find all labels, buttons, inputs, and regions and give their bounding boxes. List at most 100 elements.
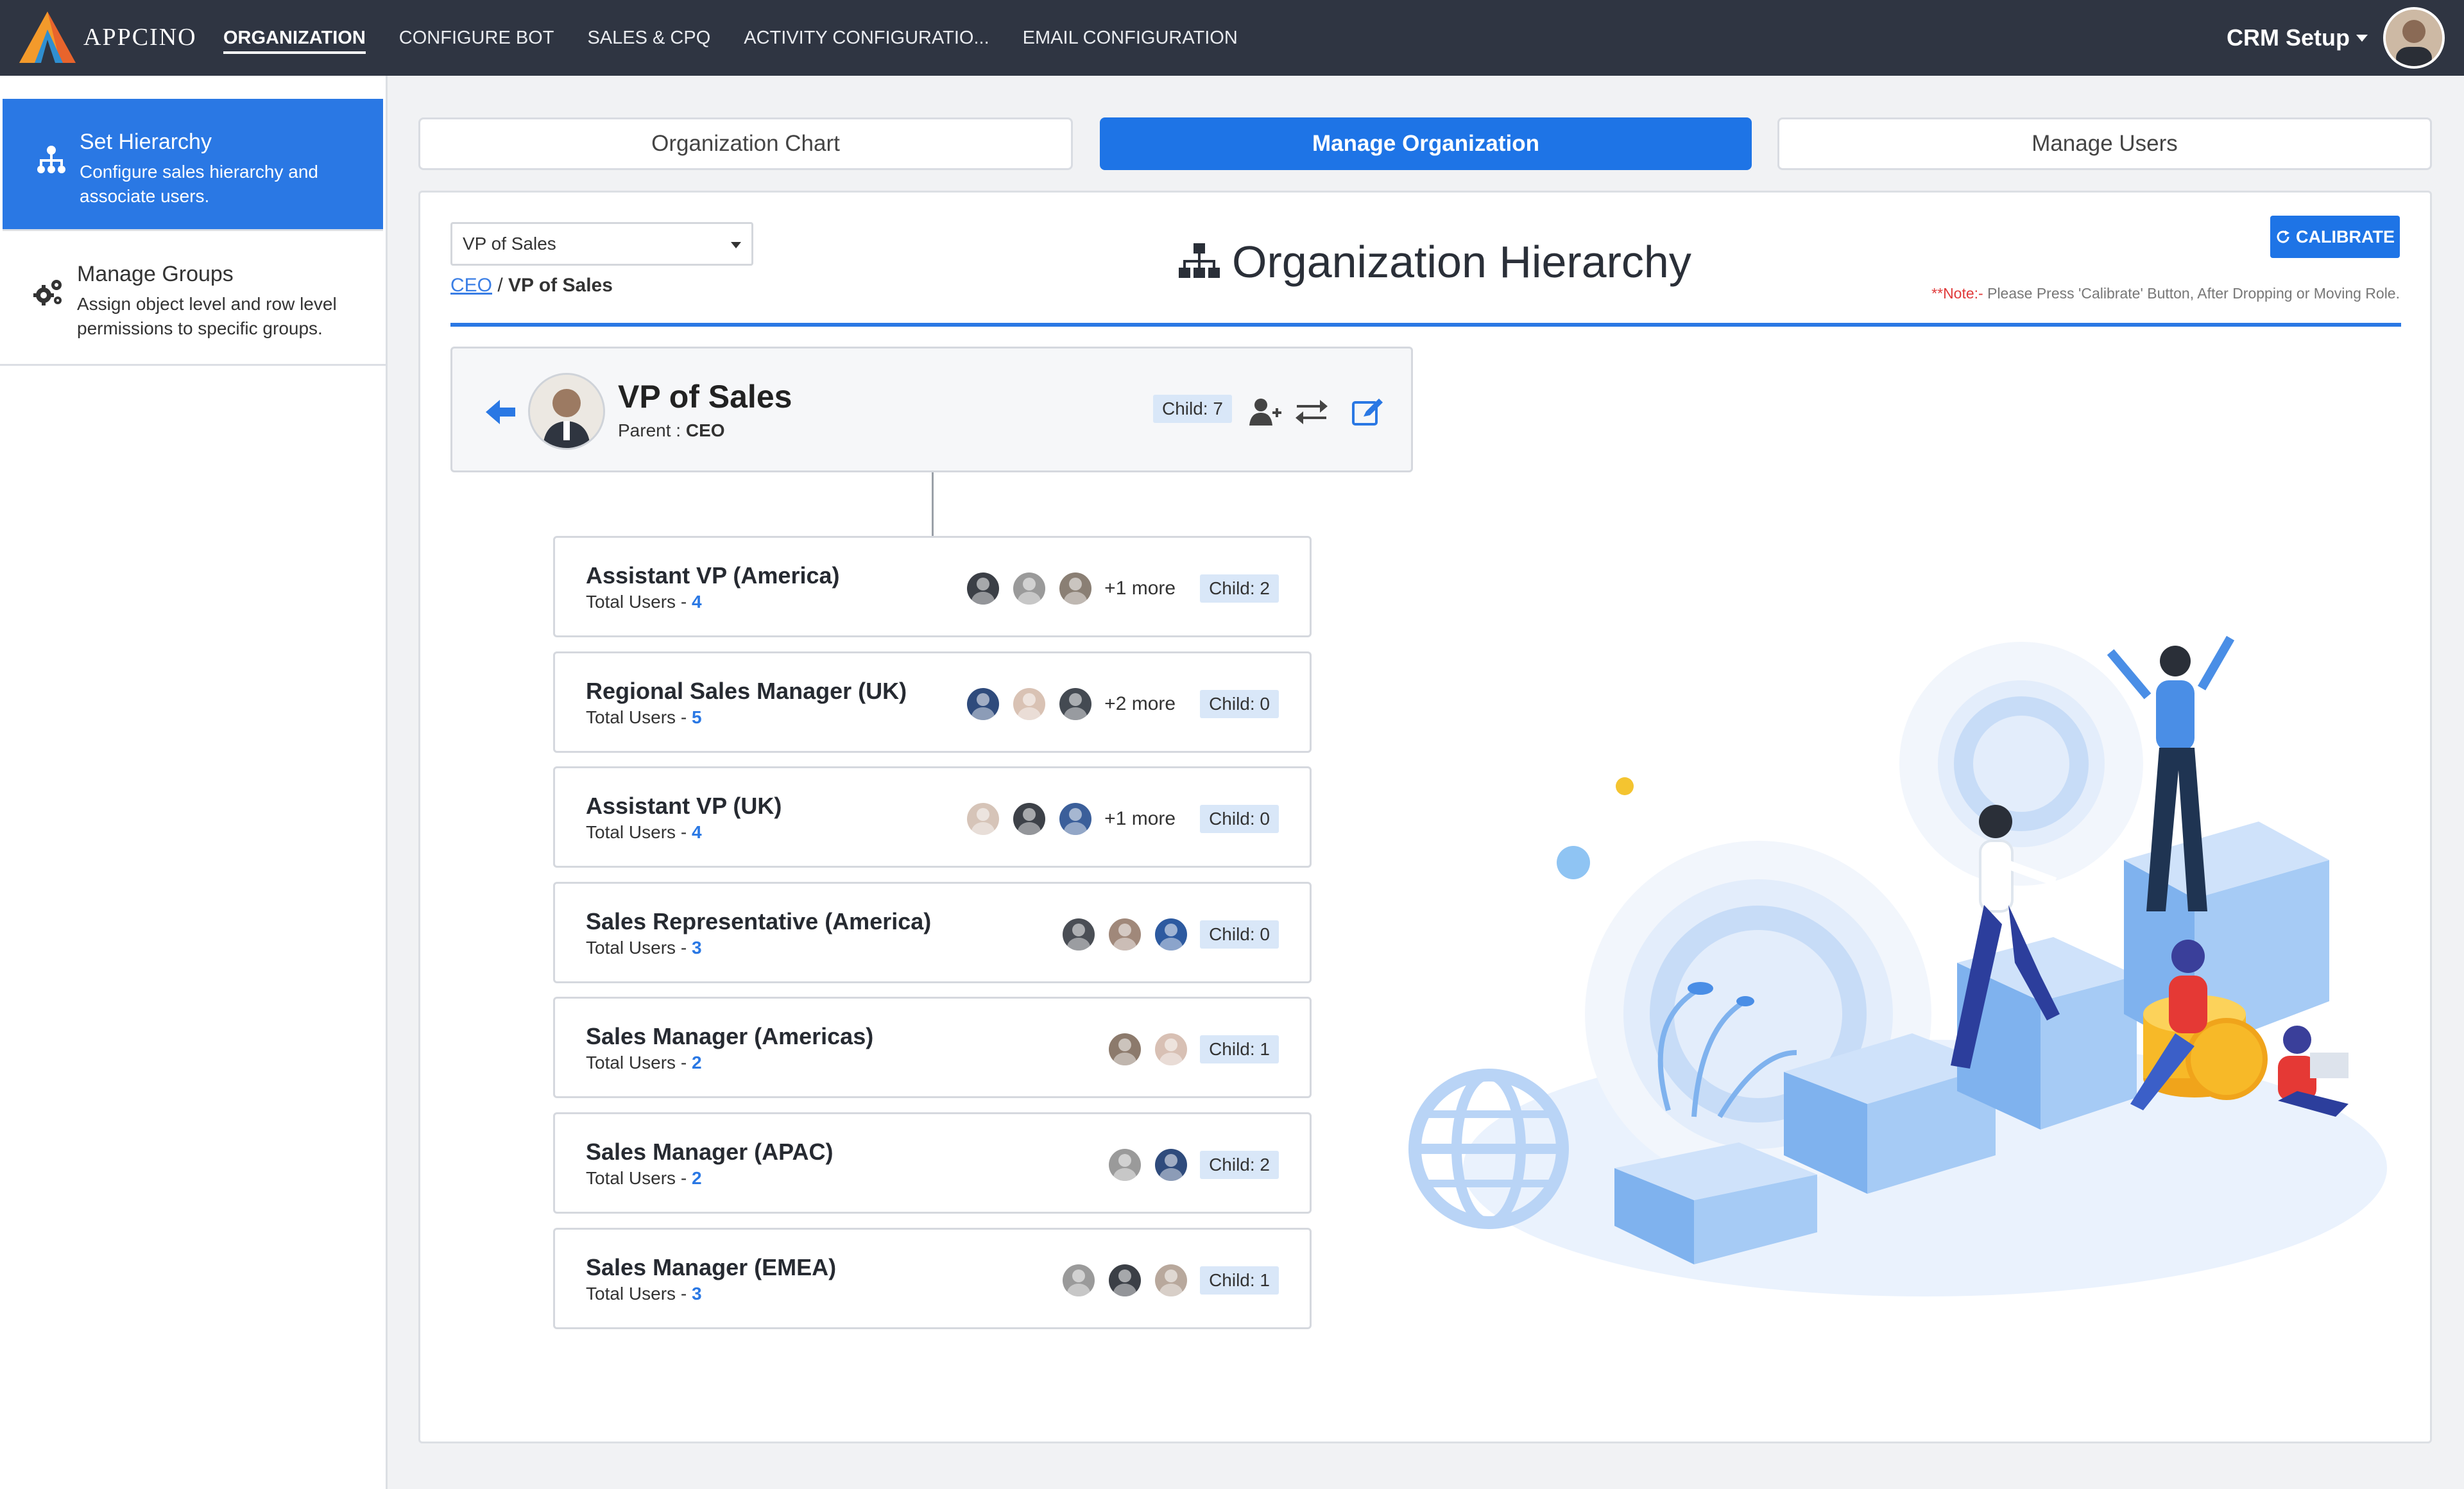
child-total-users: Total Users - 3 (586, 938, 702, 958)
user-avatar (967, 688, 1000, 720)
user-avatar[interactable] (2383, 7, 2445, 69)
more-users-link[interactable]: +1 more (1104, 808, 1176, 830)
child-role-card[interactable]: Sales Representative (America) Total Use… (553, 882, 1312, 983)
user-avatar (1059, 803, 1092, 835)
child-count-badge: Child: 7 (1153, 395, 1232, 423)
child-meta: Child: 1 (1095, 999, 1279, 1100)
total-users-count: 5 (691, 707, 702, 727)
calibrate-note: **Note:- Please Press 'Calibrate' Button… (1931, 285, 2400, 302)
sidebar-item-desc: Configure sales hierarchy and associate … (80, 162, 318, 206)
child-total-users: Total Users - 4 (586, 592, 702, 612)
child-count-badge: Child: 2 (1200, 574, 1279, 603)
user-avatar (1013, 688, 1046, 720)
crm-setup-label: CRM Setup (2227, 24, 2350, 51)
total-users-count: 2 (691, 1053, 702, 1072)
user-avatar (1063, 918, 1095, 951)
hierarchy-connector (932, 472, 934, 537)
avatar-person-icon (530, 375, 603, 448)
child-role-card[interactable]: Sales Manager (APAC) Total Users - 2 Chi… (553, 1112, 1312, 1214)
user-avatar (1063, 1264, 1095, 1296)
page-title: Organization Hierarchy (1178, 236, 1691, 288)
child-role-name: Sales Representative (America) (586, 908, 932, 934)
nav-email-configuration[interactable]: EMAIL CONFIGURATION (1023, 0, 1238, 76)
child-total-users: Total Users - 2 (586, 1053, 702, 1073)
child-role-name: Sales Manager (EMEA) (586, 1254, 837, 1280)
child-role-card[interactable]: Regional Sales Manager (UK) Total Users … (553, 651, 1312, 753)
total-users-label: Total Users - (586, 1168, 692, 1188)
tab-manage-organization[interactable]: Manage Organization (1100, 117, 1752, 170)
user-avatar (1155, 918, 1188, 951)
child-role-card[interactable]: Assistant VP (UK) Total Users - 4 +1 mor… (553, 766, 1312, 868)
tab-manage-users[interactable]: Manage Users (1777, 117, 2432, 170)
child-count-badge: Child: 0 (1200, 805, 1279, 833)
user-avatar (1013, 803, 1046, 835)
role-select-value: VP of Sales (463, 234, 556, 254)
breadcrumb-ceo-link[interactable]: CEO (450, 275, 492, 296)
child-count-badge: Child: 1 (1200, 1266, 1279, 1295)
child-role-card[interactable]: Assistant VP (America) Total Users - 4 +… (553, 536, 1312, 637)
child-meta: Child: 0 (1048, 884, 1279, 985)
parent-avatar (528, 373, 605, 450)
total-users-label: Total Users - (586, 938, 692, 958)
add-user-icon[interactable] (1248, 397, 1283, 427)
avatar-person-icon (2386, 10, 2442, 66)
total-users-count: 3 (691, 1284, 702, 1304)
child-total-users: Total Users - 2 (586, 1168, 702, 1189)
brand-logo[interactable]: APPCINO (18, 10, 197, 64)
user-avatar (1059, 572, 1092, 605)
small-gear-icon (1899, 642, 2143, 886)
more-users-link[interactable]: +1 more (1104, 578, 1176, 599)
user-avatar (1059, 688, 1092, 720)
total-users-label: Total Users - (586, 707, 692, 727)
total-users-label: Total Users - (586, 592, 692, 612)
total-users-label: Total Users - (586, 822, 692, 842)
breadcrumb-separator: / (497, 275, 503, 296)
child-count-badge: Child: 2 (1200, 1151, 1279, 1179)
swap-icon[interactable] (1294, 397, 1329, 427)
parent-label: Parent : (618, 420, 681, 440)
breadcrumb: CEO / VP of Sales (450, 275, 613, 297)
breadcrumb-current: VP of Sales (508, 275, 613, 296)
role-select[interactable]: VP of Sales (450, 222, 753, 266)
user-avatar (967, 572, 1000, 605)
more-users-link[interactable]: +2 more (1104, 693, 1176, 715)
sidebar-item-title: Set Hierarchy (80, 130, 212, 154)
nav-sales-cpq[interactable]: SALES & CPQ (587, 0, 710, 76)
hierarchy-icon (1179, 243, 1220, 278)
user-avatar (1109, 1264, 1142, 1296)
user-avatar (1155, 1033, 1188, 1065)
note-prefix: **Note:- (1931, 285, 1983, 302)
child-role-name: Sales Manager (Americas) (586, 1023, 874, 1049)
back-arrow-icon[interactable] (486, 399, 517, 426)
child-meta: +1 more Child: 2 (953, 538, 1279, 639)
user-avatar (1155, 1264, 1188, 1296)
parent-role-card: VP of Sales Parent : CEO Child: 7 (450, 347, 1413, 472)
total-users-label: Total Users - (586, 1053, 692, 1072)
sidebar-item-set-hierarchy[interactable]: Set Hierarchy Configure sales hierarchy … (3, 99, 383, 231)
crm-setup-dropdown[interactable]: CRM Setup (2227, 0, 2368, 76)
child-count-badge: Child: 1 (1200, 1035, 1279, 1063)
child-role-name: Assistant VP (America) (586, 562, 840, 589)
caret-down-icon (2356, 34, 2368, 42)
user-avatar (967, 803, 1000, 835)
sidebar-item-desc: Assign object level and row level permis… (77, 294, 337, 338)
sidebar-item-manage-groups[interactable]: Manage Groups Assign object level and ro… (0, 231, 386, 366)
child-role-card[interactable]: Sales Manager (Americas) Total Users - 2… (553, 997, 1312, 1098)
total-users-label: Total Users - (586, 1284, 692, 1304)
child-total-users: Total Users - 5 (586, 707, 702, 728)
child-count-badge: Child: 0 (1200, 920, 1279, 949)
sidebar: Set Hierarchy Configure sales hierarchy … (0, 76, 388, 1489)
nav-activity-configuration[interactable]: ACTIVITY CONFIGURATIO... (744, 0, 989, 76)
nav-organization[interactable]: ORGANIZATION (223, 0, 366, 76)
user-avatar (1155, 1149, 1188, 1181)
edit-icon[interactable] (1351, 397, 1385, 427)
calibrate-button[interactable]: CALIBRATE (2270, 216, 2400, 258)
team-growth-illustration (1408, 635, 2387, 1296)
tab-organization-chart[interactable]: Organization Chart (418, 117, 1073, 170)
note-text: Please Press 'Calibrate' Button, After D… (1987, 285, 2400, 302)
child-meta: Child: 1 (1048, 1230, 1279, 1331)
child-role-card[interactable]: Sales Manager (EMEA) Total Users - 3 Chi… (553, 1228, 1312, 1329)
nav-configure-bot[interactable]: CONFIGURE BOT (399, 0, 554, 76)
brand-name: APPCINO (83, 24, 197, 51)
child-count-badge: Child: 0 (1200, 690, 1279, 718)
